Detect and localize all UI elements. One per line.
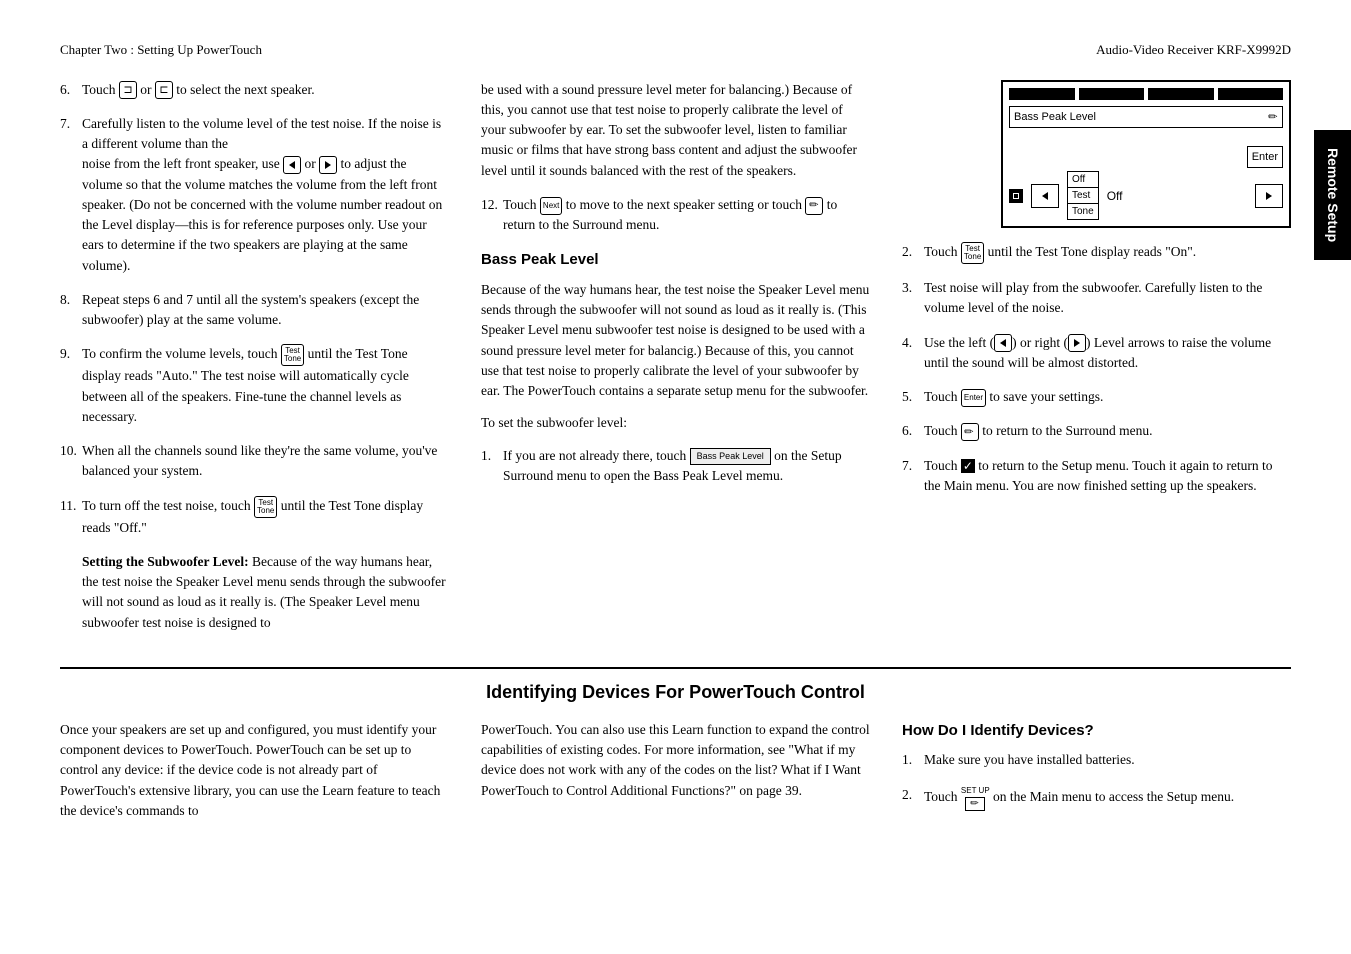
identify-step-1: 1.Make sure you have installed batteries… [902, 750, 1291, 770]
step-9: 9.To confirm the volume levels, touch Te… [60, 344, 449, 427]
next-speaker-right-icon: ⊐ [119, 81, 137, 99]
test-tone-icon: TestTone [961, 242, 984, 264]
bass-step-2: 2.Touch TestTone until the Test Tone dis… [902, 242, 1291, 264]
enter-icon: Enter [961, 389, 986, 407]
subwoofer-level-note: Setting the Subwoofer Level: Because of … [82, 552, 449, 633]
lcd-diagram: Bass Peak Level✎ Enter OffTestTone Off [1001, 80, 1291, 229]
bottom-col-2: PowerTouch. You can also use this Learn … [481, 720, 870, 825]
left-arrow-icon [283, 156, 301, 174]
identify-step-2: 2.Touch SET UP✎ on the Main menu to acce… [902, 785, 1291, 811]
setup-icon: SET UP✎ [961, 785, 990, 811]
column-2: be used with a sound pressure level mete… [481, 80, 870, 647]
check-icon [961, 459, 975, 473]
bass-step-6: 6.Touch ✎ to return to the Surround menu… [902, 421, 1291, 441]
to-set-label: To set the subwoofer level: [481, 413, 870, 433]
how-identify-heading: How Do I Identify Devices? [902, 720, 1291, 743]
bass-step-5: 5.Touch Enter to save your settings. [902, 387, 1291, 407]
step-11: 11.To turn off the test noise, touch Tes… [60, 496, 449, 538]
bass-step-1: 1.If you are not already there, touch Ba… [481, 446, 870, 487]
next-icon: Next [540, 197, 562, 215]
bass-step-4: 4.Use the left () or right () Level arro… [902, 333, 1291, 374]
right-arrow-icon [319, 156, 337, 174]
product-label: Audio-Video Receiver KRF-X9992D [1096, 40, 1291, 60]
bass-peak-level-button-icon: Bass Peak Level [690, 448, 771, 466]
chapter-label: Chapter Two : Setting Up PowerTouch [60, 40, 262, 60]
bottom-col-3: How Do I Identify Devices? 1.Make sure y… [902, 720, 1291, 825]
continuation-text: be used with a sound pressure level mete… [481, 80, 870, 181]
column-1: 6.Touch ⊐ or ⊏ to select the next speake… [60, 80, 449, 647]
step-6: 6.Touch ⊐ or ⊏ to select the next speake… [60, 80, 449, 100]
bass-step-3: 3.Test noise will play from the subwoofe… [902, 278, 1291, 319]
step-10: 10.When all the channels sound like they… [60, 441, 449, 482]
bass-peak-paragraph: Because of the way humans hear, the test… [481, 280, 870, 402]
return-icon: ✎ [805, 197, 823, 215]
step-8: 8.Repeat steps 6 and 7 until all the sys… [60, 290, 449, 331]
left-arrow-icon [994, 334, 1012, 352]
test-tone-icon: TestTone [254, 496, 277, 518]
column-3: Bass Peak Level✎ Enter OffTestTone Off 2… [902, 80, 1291, 647]
bass-step-7: 7.Touch to return to the Setup menu. Tou… [902, 456, 1291, 497]
right-arrow-icon [1068, 334, 1086, 352]
bottom-col-1: Once your speakers are set up and config… [60, 720, 449, 825]
next-speaker-left-icon: ⊏ [155, 81, 173, 99]
bass-peak-level-heading: Bass Peak Level [481, 249, 870, 272]
return-icon: ✎ [961, 423, 979, 441]
test-tone-icon: TestTone [281, 344, 304, 366]
step-12: 12.Touch Next to move to the next speake… [481, 195, 870, 236]
sidebar-tab: Remote Setup [1314, 130, 1351, 260]
identifying-devices-heading: Identifying Devices For PowerTouch Contr… [60, 679, 1291, 706]
step-7: 7.Carefully listen to the volume level o… [60, 114, 449, 276]
